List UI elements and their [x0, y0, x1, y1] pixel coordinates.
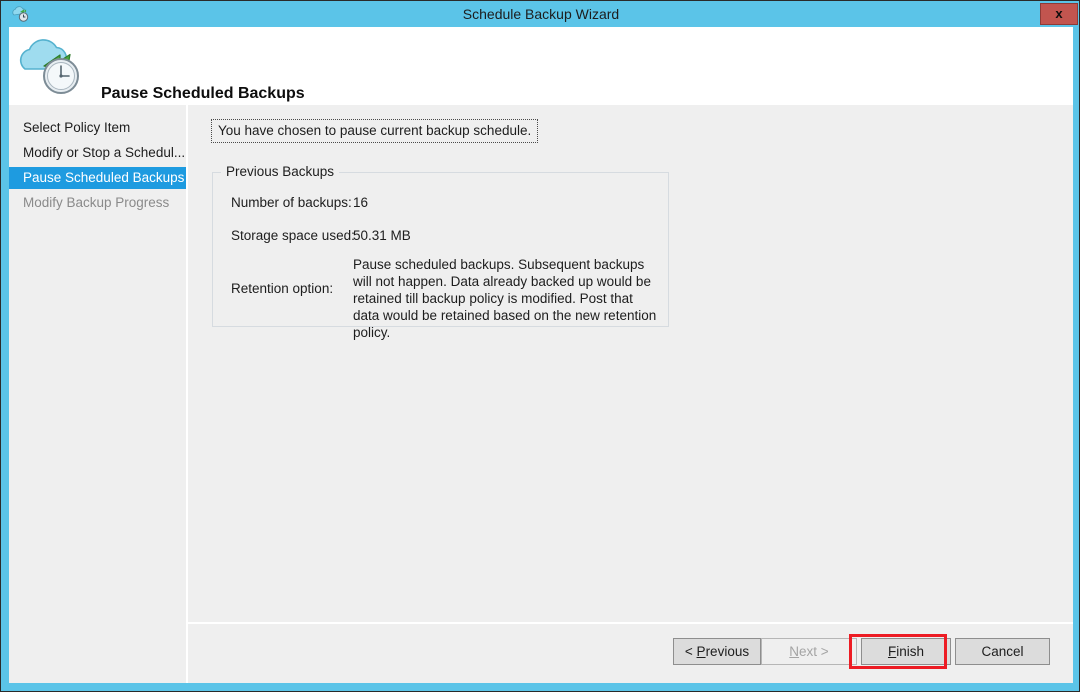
wizard-body: Select Policy Item Modify or Stop a Sche…: [9, 105, 1073, 683]
title-bar: Schedule Backup Wizard x: [1, 1, 1080, 27]
cloud-upload-clock-icon: [17, 33, 95, 99]
wizard-steps-sidebar: Select Policy Item Modify or Stop a Sche…: [9, 105, 186, 683]
storage-space-used-label: Storage space used:: [231, 228, 355, 243]
number-of-backups-label: Number of backups:: [231, 195, 352, 210]
close-icon[interactable]: x: [1040, 3, 1078, 25]
previous-button[interactable]: < Previous: [673, 638, 761, 665]
sidebar-item-pause-scheduled-backups[interactable]: Pause Scheduled Backups: [9, 167, 186, 189]
finish-button[interactable]: Finish: [861, 638, 951, 665]
main-content: You have chosen to pause current backup …: [188, 105, 1073, 683]
sidebar-item-modify-backup-progress: Modify Backup Progress: [9, 192, 186, 214]
wizard-header: Pause Scheduled Backups: [9, 27, 1073, 105]
retention-option-value: Pause scheduled backups. Subsequent back…: [353, 256, 658, 341]
schedule-backup-wizard-window: Schedule Backup Wizard x Pause Scheduled…: [0, 0, 1080, 692]
pause-notice-text: You have chosen to pause current backup …: [211, 119, 538, 143]
previous-backups-groupbox: Previous Backups Number of backups: 16 S…: [212, 172, 669, 327]
page-title: Pause Scheduled Backups: [101, 85, 305, 103]
window-title: Schedule Backup Wizard: [1, 1, 1080, 27]
storage-space-used-value: 50.31 MB: [353, 228, 411, 243]
cancel-button[interactable]: Cancel: [955, 638, 1050, 665]
groupbox-legend: Previous Backups: [221, 164, 339, 179]
next-button: Next >: [761, 638, 857, 665]
wizard-footer: < Previous Next > Finish Cancel: [188, 624, 1073, 683]
retention-option-label: Retention option:: [231, 281, 333, 296]
number-of-backups-value: 16: [353, 195, 368, 210]
sidebar-item-select-policy-item[interactable]: Select Policy Item: [9, 117, 186, 139]
sidebar-item-modify-or-stop-schedule[interactable]: Modify or Stop a Schedul...: [9, 142, 186, 164]
